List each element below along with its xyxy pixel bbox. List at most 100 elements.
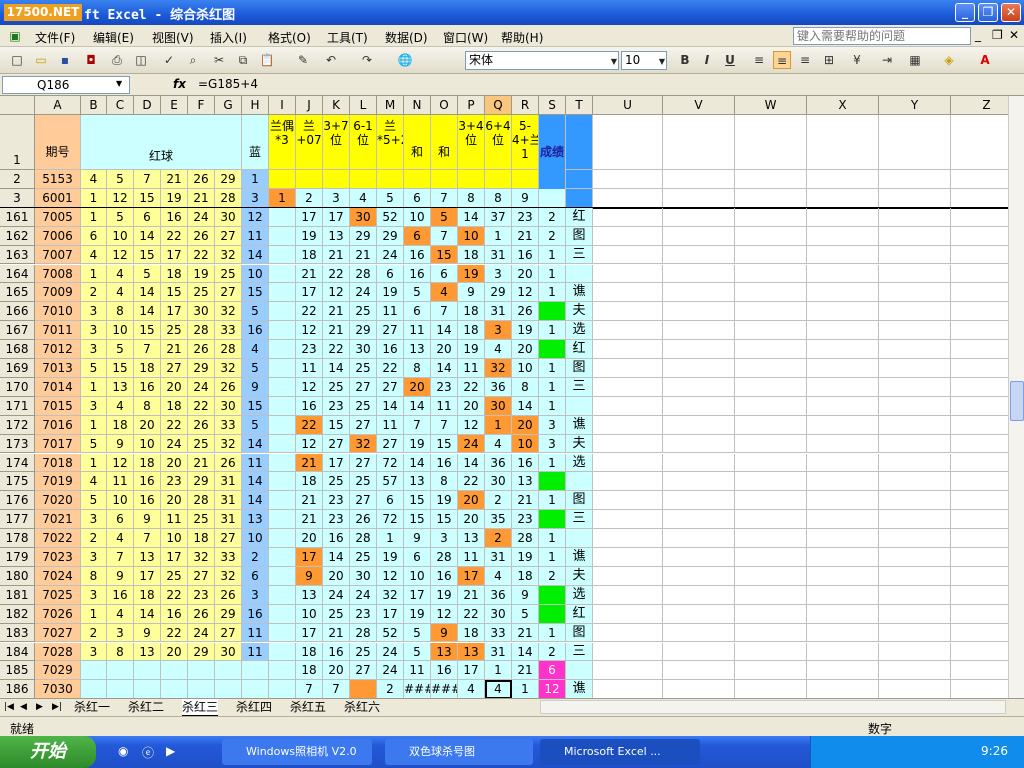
data-cell[interactable]: 18 [134, 585, 161, 605]
data-cell[interactable]: 16 [134, 491, 161, 511]
data-cell[interactable]: 5 [512, 604, 539, 624]
data-cell[interactable] [431, 170, 458, 189]
data-cell[interactable]: 21 [512, 226, 539, 246]
row-header[interactable]: 182 [0, 604, 35, 624]
data-cell[interactable]: 7024 [35, 566, 81, 586]
data-cell[interactable]: 24 [377, 245, 404, 265]
data-cell[interactable] [951, 567, 1008, 586]
data-cell[interactable]: 5 [81, 359, 107, 378]
data-cell[interactable] [735, 170, 807, 189]
data-cell[interactable]: 三 [566, 245, 593, 265]
data-cell[interactable]: 28 [215, 340, 242, 359]
data-cell[interactable] [951, 189, 1008, 208]
row-header[interactable]: 186 [0, 680, 35, 698]
borders-icon[interactable]: ▦ [906, 51, 924, 69]
data-cell[interactable]: 21 [458, 585, 485, 605]
data-cell[interactable]: 33 [485, 623, 512, 643]
data-cell[interactable]: 20 [134, 415, 161, 435]
data-cell[interactable] [663, 585, 735, 605]
data-cell[interactable]: 35 [485, 510, 512, 530]
data-cell[interactable] [269, 207, 296, 227]
data-cell[interactable]: 12 [323, 283, 350, 303]
data-cell[interactable]: 22 [188, 245, 215, 265]
permission-icon[interactable]: ◘ [82, 51, 100, 69]
data-cell[interactable]: 8 [81, 566, 107, 586]
data-cell[interactable]: 3 [431, 529, 458, 548]
data-cell[interactable]: 22 [161, 415, 188, 435]
sheet-tab-2[interactable]: 杀红二 [128, 699, 164, 715]
data-cell[interactable]: 19 [404, 604, 431, 624]
menu-file[interactable]: 文件(F) [35, 29, 75, 46]
data-cell[interactable] [663, 510, 735, 530]
data-cell[interactable] [215, 680, 242, 698]
data-cell[interactable] [593, 623, 663, 643]
data-cell[interactable]: 20 [296, 529, 323, 548]
data-cell[interactable] [593, 396, 663, 416]
data-cell[interactable]: 4 [431, 283, 458, 303]
data-cell[interactable] [188, 680, 215, 698]
data-cell[interactable]: 10 [512, 359, 539, 378]
data-cell[interactable]: 15 [107, 359, 134, 378]
data-cell[interactable] [951, 454, 1008, 473]
data-cell[interactable] [269, 585, 296, 605]
minimize-button[interactable]: _ [955, 3, 975, 22]
column-header-e[interactable]: E [161, 96, 188, 115]
data-cell[interactable] [161, 661, 188, 681]
data-cell[interactable]: 2 [539, 642, 566, 662]
data-cell[interactable]: 10 [107, 321, 134, 341]
data-cell[interactable]: 8 [431, 472, 458, 492]
data-cell[interactable]: 23 [296, 340, 323, 359]
column-header-w[interactable]: W [735, 96, 807, 115]
data-cell[interactable] [735, 566, 807, 586]
data-cell[interactable]: 14 [512, 642, 539, 662]
data-cell[interactable] [951, 321, 1008, 341]
function-icon[interactable]: fx [173, 77, 186, 91]
data-cell[interactable]: 24 [377, 661, 404, 681]
row-header[interactable]: 161 [0, 207, 35, 227]
data-cell[interactable]: 1 [539, 359, 566, 378]
data-cell[interactable] [735, 283, 807, 303]
data-cell[interactable]: 7 [323, 680, 350, 698]
data-cell[interactable]: 21 [161, 340, 188, 359]
menu-insert[interactable]: 插入(I) [210, 29, 247, 46]
doc-close-button[interactable]: ✕ [1009, 28, 1019, 42]
data-cell[interactable]: 31 [215, 491, 242, 511]
data-cell[interactable]: 32 [350, 434, 377, 454]
data-cell[interactable] [807, 170, 879, 189]
quicklaunch-icon[interactable]: ◉ [118, 744, 128, 758]
data-cell[interactable]: 27 [215, 226, 242, 246]
data-cell[interactable]: 4 [107, 283, 134, 303]
data-cell[interactable]: 32 [215, 434, 242, 454]
data-cell[interactable]: 22 [161, 623, 188, 643]
data-cell[interactable]: 32 [215, 245, 242, 265]
data-cell[interactable]: 14 [134, 226, 161, 246]
data-cell[interactable]: 7 [404, 415, 431, 435]
data-cell[interactable]: 21 [323, 245, 350, 265]
data-cell[interactable] [735, 264, 807, 284]
column-header-y[interactable]: Y [879, 96, 951, 115]
data-cell[interactable]: 11 [161, 510, 188, 530]
data-cell[interactable]: 4 [81, 245, 107, 265]
data-cell[interactable]: 1 [485, 661, 512, 681]
data-cell[interactable]: 6 [377, 491, 404, 511]
data-cell[interactable] [269, 680, 296, 698]
data-cell[interactable]: 25 [188, 283, 215, 303]
data-cell[interactable]: 18 [458, 245, 485, 265]
row-header[interactable]: 180 [0, 566, 35, 586]
row-header[interactable]: 173 [0, 434, 35, 454]
data-cell[interactable]: 21 [296, 264, 323, 284]
data-cell[interactable]: 4 [350, 188, 377, 208]
data-cell[interactable] [807, 623, 879, 643]
data-cell[interactable]: 14 [458, 207, 485, 227]
data-cell[interactable]: 15 [242, 283, 269, 303]
data-cell[interactable]: 14 [377, 396, 404, 416]
data-cell[interactable] [735, 188, 807, 208]
data-cell[interactable] [879, 207, 951, 227]
data-cell[interactable]: 7015 [35, 396, 81, 416]
data-cell[interactable] [735, 585, 807, 605]
data-cell[interactable]: 5 [242, 415, 269, 435]
data-cell[interactable]: 3 [81, 302, 107, 322]
data-cell[interactable]: 29 [350, 321, 377, 341]
data-cell[interactable]: 15 [323, 415, 350, 435]
data-cell[interactable]: 3 [485, 321, 512, 341]
